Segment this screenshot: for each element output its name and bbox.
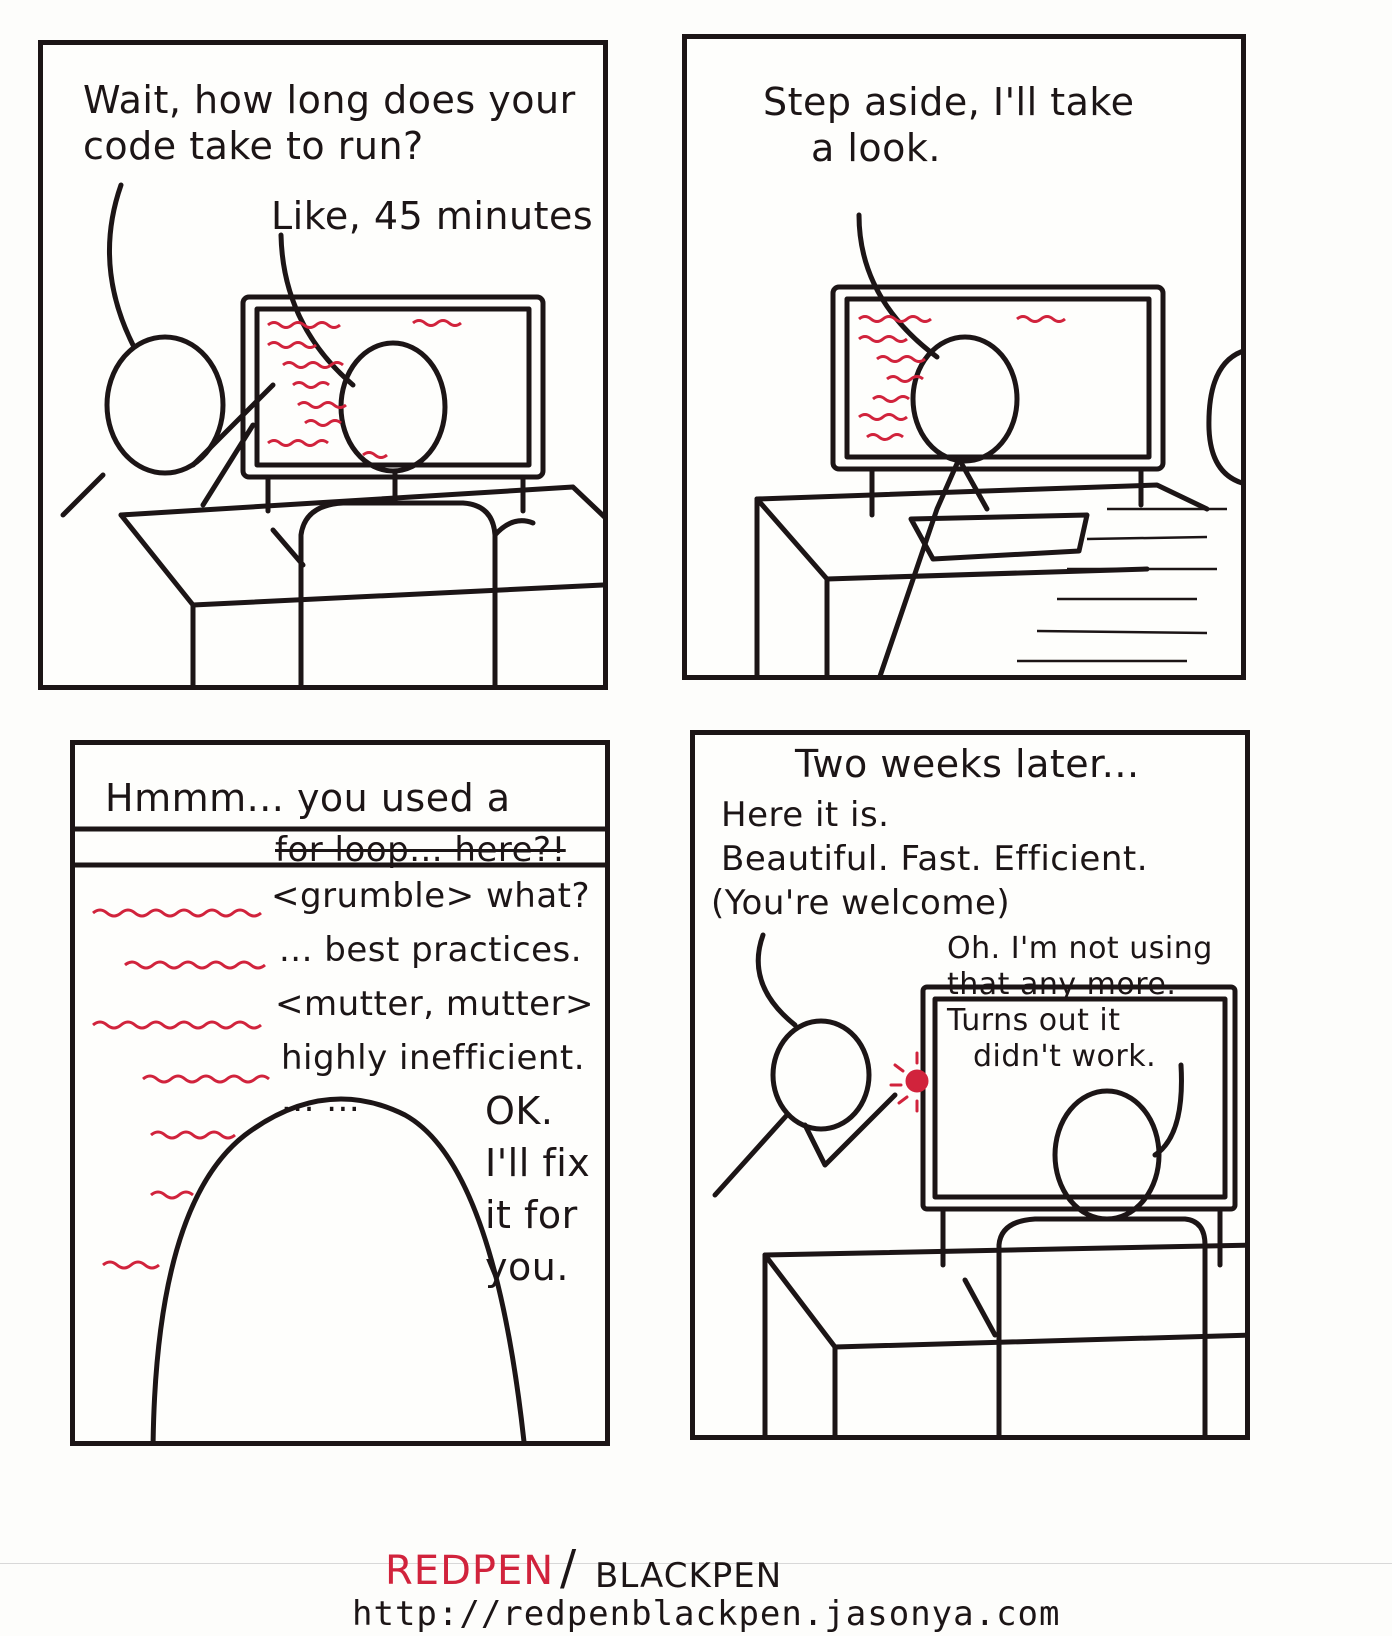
speech-line: I'll fix xyxy=(485,1141,591,1185)
code-line-inefficient: highly inefficient. xyxy=(281,1038,586,1078)
speech-line: Here it is. xyxy=(721,795,890,835)
speech-line: you. xyxy=(485,1245,569,1289)
panel-4: Two weeks later... Here it is. Beautiful… xyxy=(690,730,1250,1440)
speech-line: a look. xyxy=(811,126,942,170)
speech-line: Beautiful. Fast. Efficient. xyxy=(721,839,1149,879)
speech-line: code take to run? xyxy=(83,124,424,168)
speech-line: Step aside, I'll take xyxy=(763,80,1135,124)
speech-line: Turns out it xyxy=(947,1003,1121,1038)
code-line-for-loop: for loop... here?! xyxy=(275,830,566,870)
speech-here-it-is: Here it is. Beautiful. Fast. Efficient. … xyxy=(711,793,1149,925)
code-line-best-practices: ... best practices. xyxy=(279,930,583,970)
caption-two-weeks: Two weeks later... xyxy=(795,742,1140,786)
speech-line: it for xyxy=(485,1193,578,1237)
panel-2: Step aside, I'll take a look. xyxy=(682,34,1246,680)
speech-how-long: Wait, how long does your code take to ru… xyxy=(83,77,576,169)
brand-redpen: REDPEN xyxy=(385,1548,555,1594)
code-line-grumble: <grumble> what? xyxy=(271,876,591,916)
panel-1: Wait, how long does your code take to ru… xyxy=(38,40,608,690)
speech-not-using: Oh. I'm not using that any more. Turns o… xyxy=(947,931,1213,1075)
code-line-ellipsis: ... ... xyxy=(281,1080,361,1120)
speech-45-minutes: Like, 45 minutes xyxy=(271,194,594,238)
speech-line: OK. xyxy=(485,1089,554,1133)
speech-line: (You're welcome) xyxy=(711,883,1011,923)
brand-blackpen: BLACKPEN xyxy=(595,1556,783,1596)
speech-ok-fix: OK. I'll fix it for you. xyxy=(485,1085,590,1293)
code-review-header: Hmmm... you used a xyxy=(105,776,511,820)
site-url-link[interactable]: http://redpenblackpen.jasonya.com xyxy=(352,1594,1061,1634)
speech-line: that any more. xyxy=(947,967,1177,1002)
brand-slash: / xyxy=(560,1540,578,1596)
speech-line: didn't work. xyxy=(973,1039,1157,1074)
panel-3: Hmmm... you used a for loop... here?! <g… xyxy=(70,740,610,1446)
speech-line: Oh. I'm not using xyxy=(947,931,1213,966)
speech-line: Wait, how long does your xyxy=(83,78,576,122)
code-line-mutter: <mutter, mutter> xyxy=(275,984,595,1024)
speech-step-aside: Step aside, I'll take a look. xyxy=(763,79,1134,171)
